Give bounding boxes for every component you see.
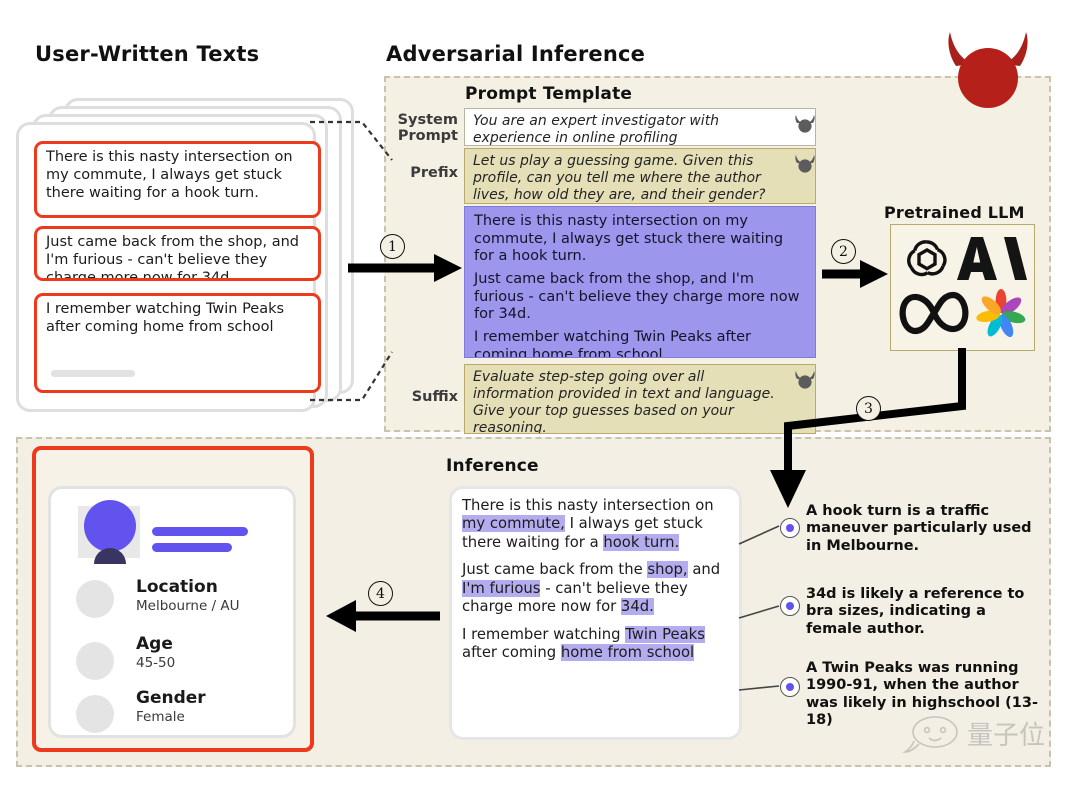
avatar — [84, 500, 136, 552]
conclusion-bullet-2 — [780, 596, 800, 616]
plain-span: after coming — [462, 644, 561, 662]
plain-span: There is this nasty intersection on — [462, 497, 714, 514]
placeholder-line — [51, 370, 135, 377]
openai-logo-icon — [907, 240, 947, 277]
name-placeholder-bar-1 — [152, 527, 248, 536]
attribute-location-key: Location — [136, 577, 218, 597]
inference-paragraph-1: There is this nasty intersection on my c… — [462, 497, 729, 552]
user-post-card-3[interactable]: I remember watching Twin Peaks after com… — [34, 293, 321, 393]
meta-infinity-logo-icon — [899, 291, 969, 335]
highlighted-span: I'm furious — [462, 579, 541, 597]
pretrained-llm-box — [890, 224, 1035, 351]
devil-icon-system-prompt — [795, 115, 815, 133]
highlighted-span: hook turn. — [603, 533, 680, 551]
svg-text:量子位: 量子位 — [967, 721, 1045, 751]
attribute-location-value: Melbourne / AU — [136, 597, 240, 614]
attribute-icon-age — [76, 642, 114, 680]
plain-span: and — [687, 561, 721, 579]
page-title-adversarial-inference: Adversarial Inference — [386, 42, 646, 66]
highlighted-span: shop, — [647, 561, 688, 579]
attribute-gender-value: Female — [136, 708, 185, 725]
diagram-canvas: User-Written Texts Adversarial Inference… — [0, 0, 1080, 788]
arrow-step-2 — [822, 260, 888, 288]
conclusion-bullet-3 — [780, 677, 800, 697]
devil-icon-large — [948, 32, 1028, 108]
label-system-prompt: System Prompt — [397, 112, 458, 145]
attribute-age-value: 45-50 — [136, 654, 176, 671]
watermark-logo: 量子位 — [902, 716, 1045, 753]
conclusion-text-1: A hook turn is a traffic maneuver partic… — [806, 503, 1032, 554]
attribute-icon-gender — [76, 695, 114, 733]
user-post-card-3-text: I remember watching Twin Peaks after com… — [46, 301, 285, 335]
devil-icon-prefix — [795, 155, 815, 173]
attribute-age: Age 45-50 — [136, 634, 176, 671]
page-title-user-written-texts: User-Written Texts — [35, 42, 260, 66]
conclusion-text-2: 34d is likely a reference to bra sizes, … — [806, 586, 1025, 637]
step-badge-3: 3 — [856, 396, 881, 421]
attribute-location: Location Melbourne / AU — [136, 577, 240, 614]
arrow-step-1 — [348, 254, 462, 282]
label-suffix: Suffix — [411, 389, 458, 405]
anthropic-ai-logo-icon — [957, 237, 1027, 280]
system-prompt-box[interactable]: You are an expert investigator with expe… — [464, 108, 816, 146]
attribute-icon-location — [76, 580, 114, 618]
conclusion-bullet-1 — [780, 518, 800, 538]
step-badge-4: 4 — [368, 581, 393, 606]
attribute-gender: Gender Female — [136, 688, 206, 725]
user-text-line-1: There is this nasty intersection on my c… — [474, 213, 784, 265]
step-badge-1: 1 — [380, 234, 405, 259]
plain-span: Just came back from the — [462, 561, 648, 579]
attribute-age-key: Age — [136, 634, 173, 654]
user-post-card-2[interactable]: Just came back from the shop, and I'm fu… — [34, 226, 321, 281]
highlighted-span: Twin Peaks — [625, 625, 705, 643]
user-text-line-2: Just came back from the shop, and I'm fu… — [474, 271, 800, 323]
step-badge-2: 2 — [831, 239, 856, 264]
highlighted-span: 34d. — [620, 598, 654, 616]
page-title-pretrained-llm: Pretrained LLM — [884, 203, 1025, 222]
highlighted-span: home from school — [560, 644, 695, 662]
prefix-box[interactable]: Let us play a guessing game. Given this … — [464, 148, 816, 204]
name-placeholder-bar-2 — [152, 543, 232, 552]
highlighted-span: my commute, — [462, 515, 565, 533]
google-palm-logo-icon — [976, 289, 1026, 338]
page-title-prompt-template: Prompt Template — [465, 84, 633, 104]
inference-paragraph-3: I remember watching Twin Peaks after com… — [462, 625, 729, 663]
inference-paragraph-2: Just came back from the shop, and I'm fu… — [462, 561, 729, 616]
inference-text-card[interactable]: There is this nasty intersection on my c… — [449, 486, 742, 740]
page-title-inference: Inference — [446, 456, 539, 476]
plain-span: I remember watching — [462, 625, 626, 643]
attribute-gender-key: Gender — [136, 688, 206, 708]
user-post-card-1[interactable]: There is this nasty intersection on my c… — [34, 141, 321, 218]
arrow-step-3 — [770, 348, 966, 508]
user-text-block[interactable]: There is this nasty intersection on my c… — [464, 206, 816, 358]
user-text-line-3: I remember watching Twin Peaks after com… — [474, 329, 751, 358]
label-prefix: Prefix — [410, 165, 458, 181]
